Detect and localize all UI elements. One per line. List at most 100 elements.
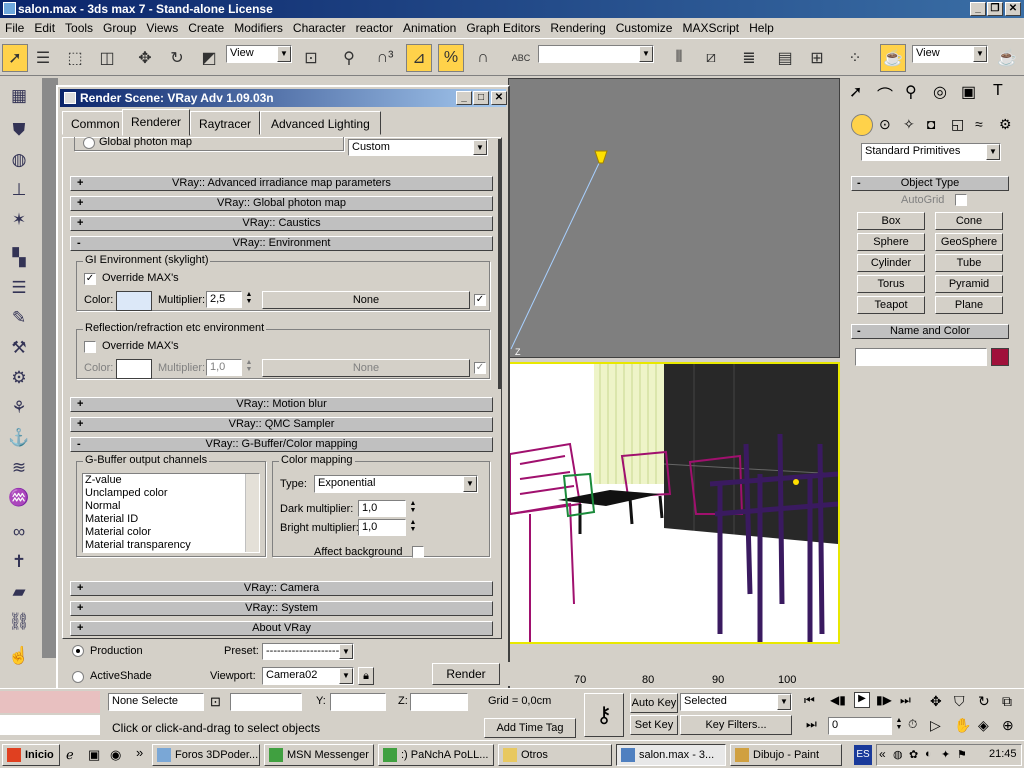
rollout-qmc-sampler[interactable]: + VRay:: QMC Sampler bbox=[70, 417, 493, 432]
task-salon-max[interactable]: salon.max - 3... bbox=[616, 744, 726, 766]
menu-character[interactable]: Character bbox=[288, 18, 351, 35]
edit-named-selection-icon[interactable]: ABC bbox=[508, 44, 534, 72]
plane-button[interactable]: Plane bbox=[935, 296, 1003, 314]
mirror-icon[interactable]: ⫴ bbox=[666, 44, 692, 72]
mode-combo[interactable]: Custom ▼ bbox=[348, 139, 488, 156]
link-tool-icon[interactable]: ⛓ bbox=[6, 612, 32, 636]
teapot-button[interactable]: Teapot bbox=[857, 296, 925, 314]
tab-raytracer[interactable]: Raytracer bbox=[190, 111, 261, 135]
align-icon[interactable]: ⧄ bbox=[698, 44, 724, 72]
refl-color-swatch[interactable] bbox=[116, 359, 152, 379]
language-indicator[interactable]: ES bbox=[854, 745, 872, 765]
more-quicklaunch-icon[interactable]: » bbox=[136, 745, 143, 760]
close-button[interactable]: ✕ bbox=[1005, 2, 1021, 16]
media-quicklaunch-icon[interactable]: ◉ bbox=[110, 747, 121, 763]
motion-tab-icon[interactable]: ◎ bbox=[933, 82, 947, 102]
move-icon[interactable]: ✥ bbox=[132, 44, 158, 72]
rollout-motion-blur[interactable]: + VRay:: Motion blur bbox=[70, 397, 493, 412]
utilities-tab-icon[interactable]: T bbox=[993, 82, 1003, 100]
tab-advanced-lighting[interactable]: Advanced Lighting bbox=[260, 111, 381, 135]
task-foros[interactable]: Foros 3DPoder... bbox=[152, 744, 260, 766]
dark-multiplier-field[interactable]: 1,0 bbox=[358, 500, 406, 517]
activeshade-radio[interactable] bbox=[72, 671, 84, 683]
key-mode-icon[interactable]: ⏭ bbox=[806, 717, 817, 732]
reference-coord-combo[interactable]: View ▼ bbox=[226, 45, 292, 63]
star-tool-icon[interactable]: ✶ bbox=[6, 210, 32, 234]
viewport-camera[interactable] bbox=[508, 362, 840, 644]
add-time-tag-button[interactable]: Add Time Tag bbox=[484, 718, 576, 738]
select-arrow-icon[interactable]: ➚ bbox=[2, 44, 28, 72]
menu-group[interactable]: Group bbox=[98, 18, 141, 35]
pan-icon[interactable]: ✥ bbox=[930, 693, 942, 710]
timeline-ruler[interactable]: 70 80 90 100 bbox=[508, 662, 840, 686]
viewport-combo[interactable]: Camera02 ▼ bbox=[262, 667, 354, 685]
menu-tools[interactable]: Tools bbox=[60, 18, 98, 35]
object-color-swatch[interactable] bbox=[991, 348, 1009, 366]
dialog-close-button[interactable]: ✕ bbox=[491, 91, 507, 105]
menu-help[interactable]: Help bbox=[744, 18, 779, 35]
display-tab-icon[interactable]: ▣ bbox=[961, 82, 976, 102]
menu-maxscript[interactable]: MAXScript bbox=[677, 18, 744, 35]
rotate-icon[interactable]: ↻ bbox=[164, 44, 190, 72]
render-type-combo[interactable]: View ▼ bbox=[912, 45, 988, 63]
dark-multiplier-spinner[interactable]: ▲ ▼ bbox=[408, 500, 418, 514]
pivot-icon[interactable]: ⊡ bbox=[298, 44, 324, 72]
scale-icon[interactable]: ◩ bbox=[196, 44, 222, 72]
maximize-button[interactable]: ❐ bbox=[987, 2, 1003, 16]
wrench-tool-icon[interactable]: ⚒ bbox=[6, 338, 32, 362]
systems-icon[interactable]: ⚙ bbox=[999, 116, 1012, 133]
task-msn[interactable]: MSN Messenger bbox=[264, 744, 374, 766]
rollout-caustics[interactable]: + VRay:: Caustics bbox=[70, 216, 493, 231]
category-combo[interactable]: Standard Primitives ▼ bbox=[861, 143, 1001, 161]
cylinder-button[interactable]: Cylinder bbox=[857, 254, 925, 272]
autogrid-checkbox[interactable] bbox=[955, 194, 967, 206]
bright-multiplier-spinner[interactable]: ▲ ▼ bbox=[408, 519, 418, 533]
menu-modifiers[interactable]: Modifiers bbox=[229, 18, 288, 35]
list-item[interactable]: Z-value bbox=[83, 474, 259, 487]
box-tool-icon[interactable]: ▦ bbox=[6, 86, 32, 110]
current-frame-field[interactable]: 0 bbox=[828, 717, 892, 735]
object-type-rollout[interactable]: - Object Type bbox=[851, 176, 1009, 191]
next-frame-icon[interactable]: ▮▶ bbox=[876, 693, 892, 707]
menu-reactor[interactable]: reactor bbox=[351, 18, 398, 35]
curve-editor-icon[interactable]: ▤ bbox=[772, 44, 798, 72]
menu-views[interactable]: Views bbox=[141, 18, 183, 35]
name-and-color-rollout[interactable]: - Name and Color bbox=[851, 324, 1009, 339]
shirt-tool-icon[interactable]: ⛊ bbox=[6, 120, 32, 144]
lock-selection-icon[interactable]: ⊡ bbox=[210, 694, 221, 710]
rollout-global-photon-map[interactable]: + VRay:: Global photon map bbox=[70, 196, 493, 211]
menu-customize[interactable]: Customize bbox=[611, 18, 678, 35]
pyramid-button[interactable]: Pyramid bbox=[935, 275, 1003, 293]
percent-snap-icon[interactable]: % bbox=[438, 44, 464, 72]
affect-background-checkbox[interactable] bbox=[412, 546, 424, 558]
spacewarps-icon[interactable]: ≈ bbox=[975, 116, 983, 132]
shapes-icon[interactable]: ⊙ bbox=[879, 116, 891, 133]
lock-icon[interactable]: 🔒︎ bbox=[358, 667, 374, 685]
lights-icon[interactable]: ✧ bbox=[903, 116, 915, 133]
checker-tool-icon[interactable]: ▚ bbox=[6, 248, 32, 272]
tray-expand-icon[interactable]: « bbox=[879, 747, 886, 761]
figure-tool-icon[interactable]: ✝ bbox=[6, 552, 32, 576]
window-crossing-icon[interactable]: ◫ bbox=[94, 44, 120, 72]
hierarchy-tab-icon[interactable]: ⚲ bbox=[905, 82, 917, 102]
wave-tool-icon[interactable]: ≋ bbox=[6, 458, 32, 482]
refl-map-checkbox[interactable]: ✓ bbox=[474, 362, 486, 374]
gbuffer-channel-list[interactable]: Z-value Unclamped color Normal Material … bbox=[82, 473, 260, 553]
quick-render-icon[interactable]: ☕ bbox=[994, 44, 1020, 72]
cameras-icon[interactable]: ◘ bbox=[927, 116, 935, 132]
rope-tool-icon[interactable]: ∞ bbox=[6, 522, 32, 546]
preset-combo[interactable]: -------------------- ▼ bbox=[262, 643, 354, 660]
rollout-adv-irradiance[interactable]: + VRay:: Advanced irradiance map paramete… bbox=[70, 176, 493, 191]
global-photon-map-radio[interactable] bbox=[83, 137, 95, 149]
fov-icon[interactable]: ▷ bbox=[930, 717, 941, 734]
set-key-button[interactable]: Set Key bbox=[630, 715, 678, 735]
dialog-minimize-button[interactable]: _ bbox=[456, 91, 472, 105]
list-item[interactable]: Normal bbox=[83, 500, 259, 513]
list-item[interactable]: Material ID bbox=[83, 513, 259, 526]
production-radio[interactable] bbox=[72, 645, 84, 657]
task-pancha[interactable]: :) PaNchA PoLL... bbox=[378, 744, 494, 766]
tray-app-icon[interactable]: ◍ bbox=[893, 748, 903, 761]
gbuffer-scrollbar[interactable] bbox=[245, 474, 259, 552]
spinner-snap-icon[interactable]: ∩ bbox=[470, 44, 496, 72]
zoom-extents-icon[interactable]: ⛉ bbox=[954, 693, 965, 710]
